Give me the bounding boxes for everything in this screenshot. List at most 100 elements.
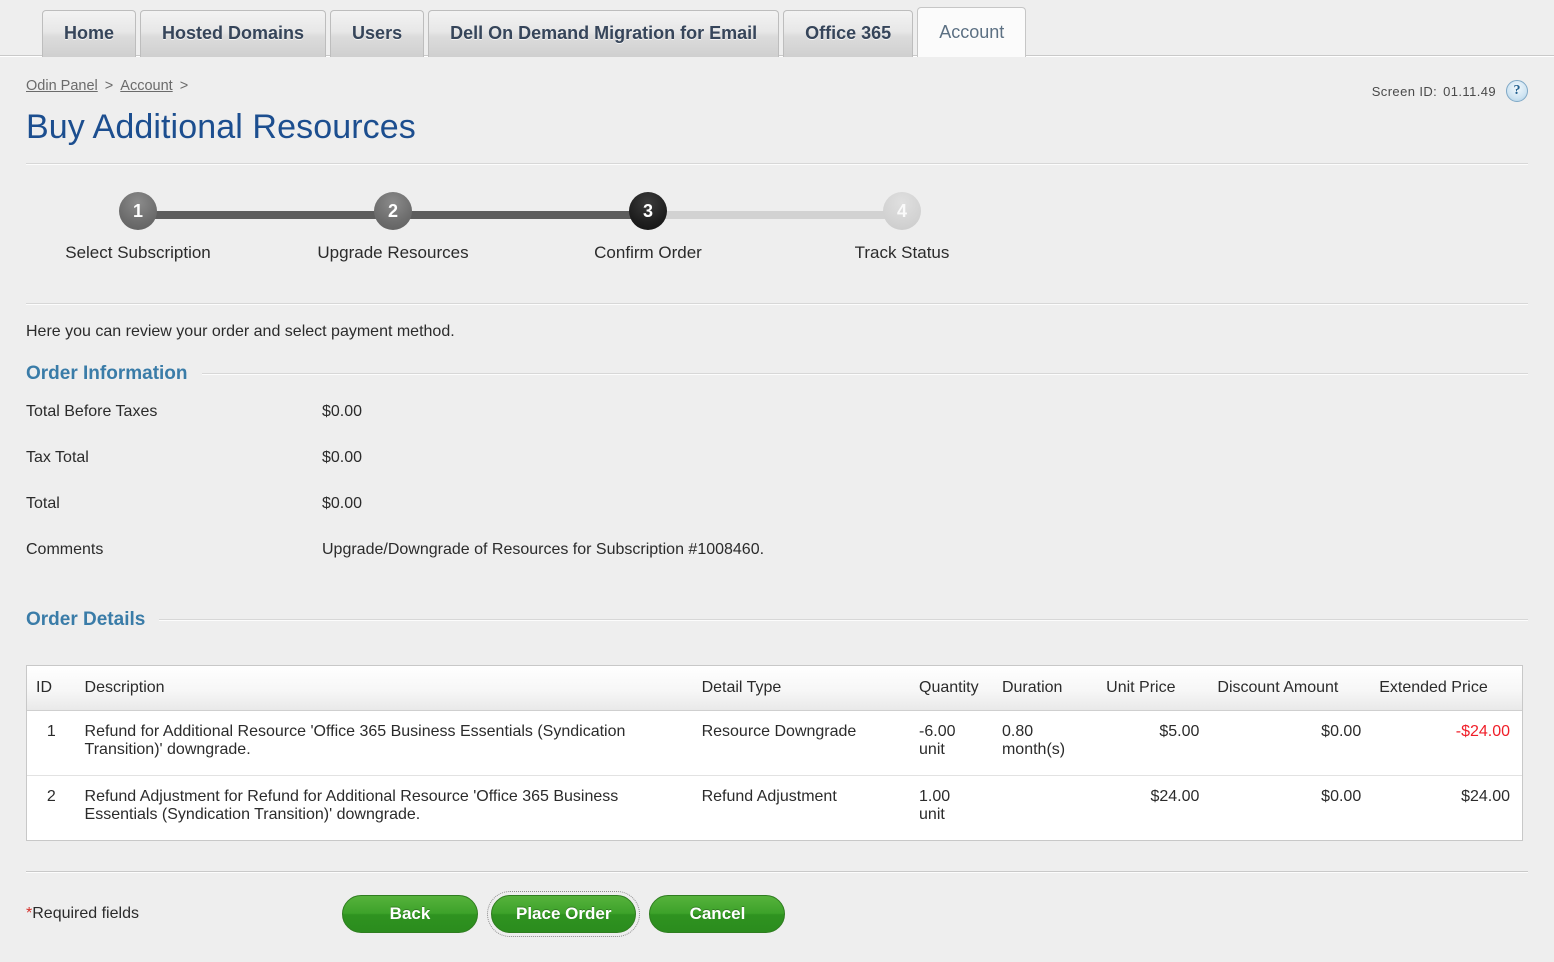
wizard-step-3: 3 Confirm Order: [568, 187, 728, 263]
order-info-label: Total: [26, 495, 60, 512]
cell-discount-amount-value: $0.00: [1321, 788, 1362, 805]
cell-quantity-unit: unit: [919, 741, 945, 758]
cancel-button[interactable]: Cancel: [649, 895, 786, 933]
cell-detail-type-value: Refund Adjustment: [701, 788, 837, 805]
cell-id-value: 2: [46, 788, 56, 805]
screen-id-label: Screen ID:: [1371, 83, 1438, 99]
column-header-detail-type: Detail Type: [692, 666, 911, 711]
screen-id-text: Screen ID: 01.11.49: [1372, 84, 1496, 99]
order-info-row: Total Before Taxes $0.00: [26, 403, 764, 449]
wizard-step-label-4: Track Status: [854, 243, 950, 262]
screen-id-area: Screen ID: 01.11.49 ?: [1372, 78, 1528, 102]
order-info-row: Total $0.00: [26, 495, 764, 541]
wizard-step-1: 1 Select Subscription: [58, 187, 218, 263]
order-info-row: Tax Total $0.00: [26, 449, 764, 495]
cell-duration: [993, 776, 1097, 841]
order-details-grid: ID Description Detail Type Quantity Duration…: [26, 665, 1523, 841]
tab-office-365[interactable]: Office 365: [783, 10, 914, 57]
cell-unit-price-value: $24.00: [1150, 788, 1200, 805]
wizard-step-4: 4 Track Status: [822, 187, 982, 263]
order-info-row: Comments Upgrade/Downgrade of Resources f…: [26, 541, 764, 587]
column-header-quantity: Quantity: [910, 666, 993, 711]
required-fields-note: *Required fields: [26, 905, 342, 923]
wizard-step-number-3: 3: [629, 192, 667, 230]
order-details-rule: [159, 619, 1528, 621]
order-details-heading: Order Details: [26, 609, 146, 630]
order-info-label: Total Before Taxes: [26, 403, 158, 420]
table-head: ID Description Detail Type Quantity Duration…: [27, 666, 1522, 711]
breadcrumb-link-account[interactable]: Account: [120, 78, 172, 94]
cell-duration-unit: month(s): [1001, 741, 1066, 758]
cell-id: 2: [27, 776, 76, 841]
order-information-table: Total Before Taxes $0.00 Tax Total $0.00 Tot…: [26, 403, 764, 587]
column-header-extended-price: Extended Price: [1370, 666, 1522, 711]
wizard-step-number-4: 4: [883, 192, 921, 230]
table-body: 1 Refund for Additional Resource 'Office …: [27, 710, 1522, 841]
wizard-step-label-2: Upgrade Resources: [317, 243, 469, 262]
order-info-value: Upgrade/Downgrade of Resources for Subsc…: [322, 541, 765, 558]
cell-description-value: Refund Adjustment for Refund for Additio…: [84, 788, 619, 823]
cell-extended-price-value: $24.00: [1461, 788, 1510, 805]
cell-unit-price: $5.00: [1097, 710, 1209, 776]
cell-description: Refund Adjustment for Refund for Additio…: [76, 776, 693, 841]
tab-dell-on-demand-migration-for-email[interactable]: Dell On Demand Migration for Email: [428, 10, 780, 57]
order-information-header: Order Information: [26, 363, 1528, 385]
column-header-duration: Duration: [992, 666, 1098, 711]
order-information-heading: Order Information: [26, 363, 188, 384]
cell-unit-price: $24.00: [1097, 776, 1208, 841]
tab-home[interactable]: Home: [42, 10, 137, 57]
required-label: Required fields: [32, 905, 139, 922]
table-row: 2 Refund Adjustment for Refund for Additi…: [27, 776, 1522, 841]
breadcrumb-separator: >: [175, 78, 189, 94]
page-container: Odin Panel > Account > Screen ID: 01.11.4…: [0, 57, 1554, 937]
cell-extended-price: -$24.00: [1370, 710, 1522, 776]
tab-account[interactable]: Account: [917, 7, 1027, 57]
footer-divider: [26, 871, 1528, 873]
page-title: Buy Additional Resources: [26, 108, 416, 146]
cell-duration: 0.80 month(s): [992, 710, 1098, 776]
cell-description-value: Refund for Additional Resource 'Office 3…: [84, 723, 626, 758]
tab-users[interactable]: Users: [330, 10, 425, 57]
title-divider: [26, 163, 1528, 165]
wizard-step-2: 2 Upgrade Resources: [313, 187, 473, 263]
column-header-description: Description: [75, 666, 693, 711]
breadcrumb: Odin Panel > Account >: [26, 78, 191, 94]
intro-text: Here you can review your order and selec…: [26, 323, 455, 340]
cell-quantity: 1.00 unit: [910, 776, 993, 841]
cell-id-value: 1: [46, 723, 56, 740]
cell-description: Refund for Additional Resource 'Office 3…: [75, 710, 693, 776]
cell-extended-price: $24.00: [1370, 776, 1522, 841]
button-group: Back Place Order Cancel: [342, 891, 798, 937]
cell-quantity: -6.00 unit: [910, 710, 993, 776]
order-information-rule: [201, 373, 1528, 375]
question-mark-icon[interactable]: ?: [1506, 80, 1528, 102]
breadcrumb-row: Odin Panel > Account > Screen ID: 01.11.4…: [26, 57, 1528, 102]
table-row: 1 Refund for Additional Resource 'Office …: [27, 710, 1522, 776]
order-details-table: ID Description Detail Type Quantity Duration…: [27, 666, 1522, 840]
cell-id: 1: [27, 710, 76, 776]
cell-quantity-value: 1.00: [919, 788, 951, 805]
cell-discount-amount: $0.00: [1208, 776, 1370, 841]
wizard-step-number-1: 1: [119, 192, 157, 230]
order-info-value: $0.00: [322, 403, 363, 420]
order-info-label: Comments: [26, 541, 104, 558]
wizard-step-label-3: Confirm Order: [594, 243, 702, 262]
cell-unit-price-value: $5.00: [1159, 723, 1200, 740]
column-header-discount-amount: Discount Amount: [1208, 666, 1371, 711]
place-order-button[interactable]: Place Order: [486, 891, 641, 937]
cell-quantity-value: -6.00: [919, 723, 956, 740]
cell-extended-price-value: -$24.00: [1455, 723, 1510, 740]
cell-duration-value: 0.80: [1001, 723, 1034, 740]
main-tab-bar: Home Hosted Domains Users Dell On Demand Mi…: [0, 0, 1554, 57]
tab-hosted-domains[interactable]: Hosted Domains: [140, 10, 327, 57]
cell-detail-type: Refund Adjustment: [693, 776, 910, 841]
cell-detail-type-value: Resource Downgrade: [701, 723, 857, 740]
cell-discount-amount-value: $0.00: [1321, 723, 1362, 740]
footer-actions: *Required fields Back Place Order Cancel: [26, 891, 1528, 937]
back-button[interactable]: Back: [342, 895, 478, 933]
order-info-value: $0.00: [322, 449, 363, 466]
breadcrumb-link-odin-panel[interactable]: Odin Panel: [26, 78, 98, 94]
cell-detail-type: Resource Downgrade: [692, 710, 911, 776]
column-header-unit-price: Unit Price: [1097, 666, 1209, 711]
order-details-header: Order Details: [26, 609, 1528, 631]
